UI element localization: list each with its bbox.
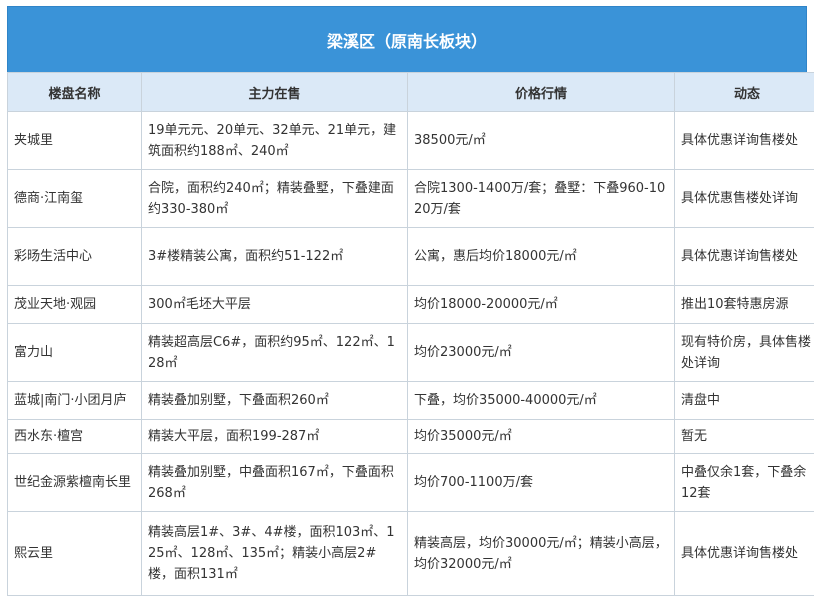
cell-main-sale: 精装叠加别墅，中叠面积167㎡，下叠面积268㎡ <box>141 453 408 512</box>
table-row: 德商·江南玺 合院，面积约240㎡；精装叠墅，下叠建面约330-380㎡ 合院130… <box>7 169 814 228</box>
column-header-price: 价格行情 <box>407 72 675 112</box>
cell-name: 茂业天地·观园 <box>7 285 142 324</box>
cell-status: 现有特价房，具体售楼处详询 <box>674 323 814 382</box>
cell-main-sale: 精装大平层，面积199-287㎡ <box>141 419 408 454</box>
table-row: 西水东·檀宫 精装大平层，面积199-287㎡ 均价35000元/㎡ 暂无 <box>7 419 814 454</box>
cell-main-sale: 精装超高层C6#，面积约95㎡、122㎡、128㎡ <box>141 323 408 382</box>
table-row: 夹城里 19单元元、20单元、32单元、21单元，建筑面积约188㎡、240㎡ 38… <box>7 111 814 170</box>
cell-price: 精装高层，均价30000元/㎡；精装小高层，均价32000元/㎡ <box>407 511 675 596</box>
column-header-main-sale: 主力在售 <box>141 72 408 112</box>
table-row: 富力山 精装超高层C6#，面积约95㎡、122㎡、128㎡ 均价23000元/㎡ 现有… <box>7 323 814 382</box>
table-row: 熙云里 精装高层1#、3#、4#楼，面积103㎡、125㎡、128㎡、135㎡；精… <box>7 511 814 596</box>
cell-price: 均价23000元/㎡ <box>407 323 675 382</box>
cell-price: 公寓，惠后均价18000元/㎡ <box>407 227 675 286</box>
cell-main-sale: 精装叠加别墅，下叠面积260㎡ <box>141 381 408 420</box>
table-row: 蓝城|南门·小团月庐 精装叠加别墅，下叠面积260㎡ 下叠，均价35000-4000… <box>7 381 814 420</box>
cell-price: 均价700-1100万/套 <box>407 453 675 512</box>
cell-status: 暂无 <box>674 419 814 454</box>
cell-name: 西水东·檀宫 <box>7 419 142 454</box>
cell-name: 世纪金源紫檀南长里 <box>7 453 142 512</box>
cell-status: 推出10套特惠房源 <box>674 285 814 324</box>
table-title: 梁溪区（原南长板块） <box>7 6 807 72</box>
cell-main-sale: 19单元元、20单元、32单元、21单元，建筑面积约188㎡、240㎡ <box>141 111 408 170</box>
cell-main-sale: 合院，面积约240㎡；精装叠墅，下叠建面约330-380㎡ <box>141 169 408 228</box>
cell-status: 清盘中 <box>674 381 814 420</box>
column-header-status: 动态 <box>674 72 814 112</box>
cell-name: 德商·江南玺 <box>7 169 142 228</box>
cell-price: 均价18000-20000元/㎡ <box>407 285 675 324</box>
cell-name: 彩旸生活中心 <box>7 227 142 286</box>
cell-name: 蓝城|南门·小团月庐 <box>7 381 142 420</box>
cell-status: 具体优惠售楼处详询 <box>674 169 814 228</box>
cell-main-sale: 300㎡毛坯大平层 <box>141 285 408 324</box>
table-container: 梁溪区（原南长板块） 楼盘名称 主力在售 价格行情 动态 夹城里 19单元元、20… <box>7 6 814 596</box>
table-row: 茂业天地·观园 300㎡毛坯大平层 均价18000-20000元/㎡ 推出10套特惠房… <box>7 285 814 324</box>
header-row: 楼盘名称 主力在售 价格行情 动态 <box>7 72 814 112</box>
table-row: 彩旸生活中心 3#楼精装公寓，面积约51-122㎡ 公寓，惠后均价18000元/㎡具… <box>7 227 814 286</box>
cell-name: 熙云里 <box>7 511 142 596</box>
cell-price: 合院1300-1400万/套；叠墅：下叠960-1020万/套 <box>407 169 675 228</box>
cell-status: 具体优惠详询售楼处 <box>674 227 814 286</box>
cell-main-sale: 精装高层1#、3#、4#楼，面积103㎡、125㎡、128㎡、135㎡；精装小高… <box>141 511 408 596</box>
cell-status: 具体优惠详询售楼处 <box>674 511 814 596</box>
cell-status: 具体优惠详询售楼处 <box>674 111 814 170</box>
table-row: 世纪金源紫檀南长里 精装叠加别墅，中叠面积167㎡，下叠面积268㎡ 均价700-1… <box>7 453 814 512</box>
cell-price: 下叠，均价35000-40000元/㎡ <box>407 381 675 420</box>
cell-name: 夹城里 <box>7 111 142 170</box>
cell-price: 38500元/㎡ <box>407 111 675 170</box>
cell-name: 富力山 <box>7 323 142 382</box>
cell-status: 中叠仅余1套，下叠余12套 <box>674 453 814 512</box>
column-header-name: 楼盘名称 <box>7 72 142 112</box>
cell-main-sale: 3#楼精装公寓，面积约51-122㎡ <box>141 227 408 286</box>
cell-price: 均价35000元/㎡ <box>407 419 675 454</box>
property-table: 楼盘名称 主力在售 价格行情 动态 夹城里 19单元元、20单元、32单元、21单… <box>7 72 814 596</box>
